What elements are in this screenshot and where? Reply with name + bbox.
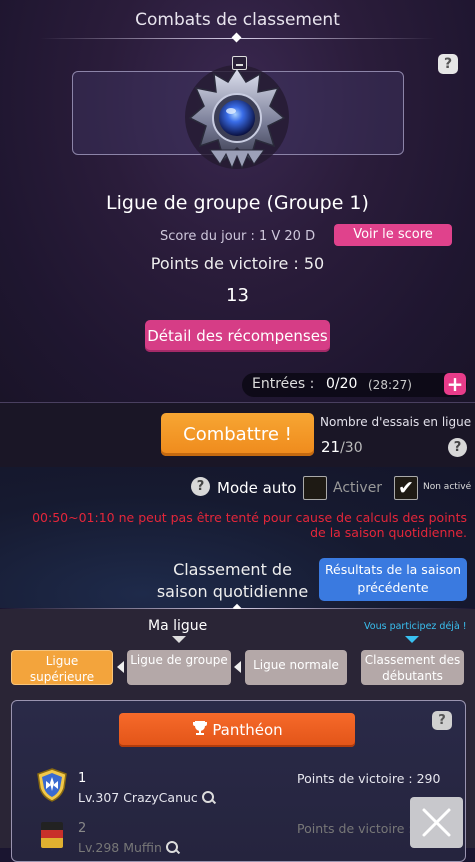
add-entries-button[interactable]: + — [444, 373, 466, 395]
my-league-label: Ma ligue — [148, 618, 208, 634]
help-icon[interactable]: ? — [191, 477, 210, 496]
daily-season-rank-label: Classement de saison quotidienne — [156, 560, 309, 601]
minus-badge-icon[interactable] — [232, 56, 247, 70]
not-active-checkbox[interactable]: ✔ — [394, 476, 418, 500]
help-icon[interactable]: ? — [432, 711, 452, 730]
tab-group-league[interactable]: Ligue de groupe — [127, 650, 231, 685]
close-button[interactable] — [410, 797, 463, 848]
reward-details-button[interactable]: Détail des récompenses — [145, 320, 330, 352]
arrow-down-icon — [405, 636, 419, 643]
arrow-left-icon — [117, 661, 124, 673]
help-icon[interactable]: ? — [438, 54, 458, 74]
player-points: Points de victoire : 290 — [297, 771, 441, 786]
activate-checkbox[interactable] — [303, 476, 327, 500]
warning-text: 00:50~01:10 ne peut pas être tenté pour … — [32, 510, 467, 540]
entries-value: 0/20 — [326, 376, 358, 392]
entries-label: Entrées : — [252, 376, 315, 392]
rank-number: 13 — [226, 285, 249, 306]
view-score-button[interactable]: Voir le score — [334, 224, 452, 246]
arrow-left-icon — [234, 661, 241, 673]
plus-icon: + — [446, 372, 464, 396]
pantheon-label: Panthéon — [212, 721, 283, 739]
trophy-icon — [191, 715, 209, 749]
entries-timer: (28:27) — [368, 378, 412, 392]
search-icon[interactable] — [165, 841, 178, 853]
tab-upper-league[interactable]: Ligue supérieure — [11, 650, 113, 685]
attempts-value: 21/30 — [321, 438, 363, 456]
attempts-used: 21 — [321, 438, 341, 456]
search-icon[interactable] — [201, 791, 214, 803]
previous-season-results-button[interactable]: Résultats de la saison précédente — [319, 558, 467, 601]
attempts-max: /30 — [340, 440, 363, 456]
player-points: Points de victoire : — [297, 821, 413, 836]
auto-mode-label: Mode auto — [217, 479, 297, 497]
player-name[interactable]: Lv.307 CrazyCanuc — [78, 790, 214, 805]
activate-label: Activer — [333, 480, 383, 496]
page-title: Combats de classement — [135, 10, 340, 30]
fight-button[interactable]: Combattre ! — [161, 413, 314, 456]
victory-points: Points de victoire : 50 — [150, 254, 325, 273]
daily-score: Score du jour : 1 V 20 D — [160, 229, 316, 244]
league-emblem-icon — [180, 60, 295, 175]
attempts-label: Nombre d'essais en ligue — [320, 415, 472, 429]
country-flag-icon — [41, 822, 63, 848]
rank-shield-icon — [37, 768, 67, 806]
pantheon-button[interactable]: Panthéon — [119, 713, 355, 747]
close-icon — [422, 808, 451, 837]
checkmark-icon: ✔ — [398, 477, 414, 499]
rank-position: 1 — [78, 771, 87, 786]
rank-position: 2 — [78, 821, 87, 836]
tab-normal-league[interactable]: Ligue normale — [245, 650, 347, 685]
arrow-down-icon — [172, 636, 186, 643]
tab-beginner-ranking[interactable]: Classement des débutants — [361, 650, 464, 685]
participating-label: Vous participez déjà ! — [364, 621, 467, 632]
help-icon[interactable]: ? — [448, 438, 467, 457]
league-name: Ligue de groupe (Groupe 1) — [106, 192, 369, 214]
not-active-label: Non activé — [423, 482, 472, 492]
